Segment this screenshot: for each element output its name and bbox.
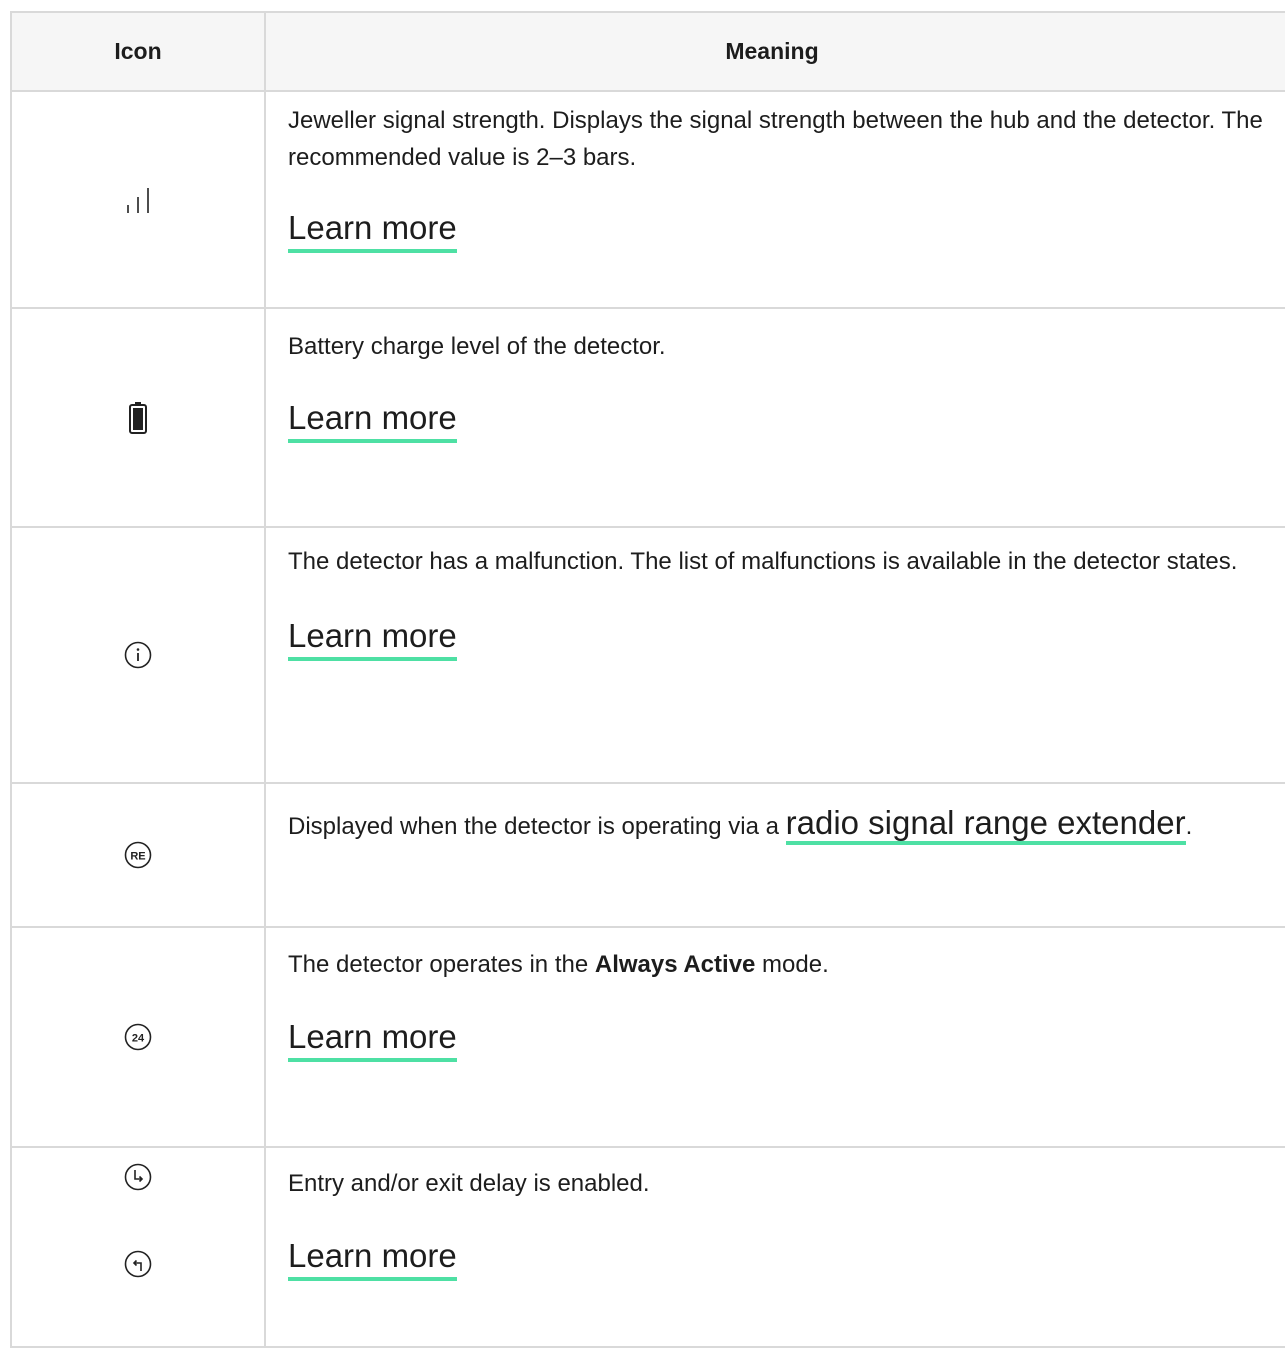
svg-text:RE: RE (130, 851, 145, 863)
meaning-cell: Entry and/or exit delay is enabled. Lear… (266, 1148, 1285, 1346)
row-description: Jeweller signal strength. Displays the s… (288, 107, 1263, 171)
icon-cell: RE (12, 784, 266, 926)
table-row: Battery charge level of the detector. Le… (12, 309, 1285, 528)
meaning-cell: Displayed when the detector is operating… (266, 784, 1285, 926)
row-description: The detector operates in the Always Acti… (288, 946, 1285, 983)
learn-more-link[interactable]: Learn more (288, 615, 457, 661)
row-description: Entry and/or exit delay is enabled. (288, 1170, 650, 1197)
meaning-cell: The detector operates in the Always Acti… (266, 928, 1285, 1146)
row-description: Displayed when the detector is operating… (288, 797, 1285, 853)
meaning-cell: Jeweller signal strength. Displays the s… (266, 92, 1285, 307)
meaning-cell: Battery charge level of the detector. Le… (266, 309, 1285, 526)
always-active-label: Always Active (594, 951, 756, 978)
learn-more-link[interactable]: Learn more (288, 207, 457, 253)
radio-signal-range-extender-link[interactable]: radio signal range extender (785, 804, 1186, 845)
icon-cell (12, 92, 266, 307)
signal-strength-icon (118, 185, 158, 215)
table-header-row: Icon Meaning (12, 13, 1285, 92)
icon-cell: 24 (12, 928, 266, 1146)
learn-more-link[interactable]: Learn more (288, 1016, 457, 1062)
icon-meaning-table: Icon Meaning Jeweller signal strength. D… (10, 11, 1285, 1348)
meaning-cell: The detector has a malfunction. The list… (266, 528, 1285, 782)
description-suffix: mode. (755, 951, 829, 978)
description-prefix: Displayed when the detector is operating… (288, 813, 786, 840)
entry-delay-icon (123, 1162, 153, 1192)
table-row: RE Displayed when the detector is operat… (12, 784, 1285, 928)
header-icon-cell: Icon (12, 13, 266, 90)
row-description: Battery charge level of the detector. (288, 333, 666, 360)
table-row: Entry and/or exit delay is enabled. Lear… (12, 1148, 1285, 1348)
info-icon (123, 640, 153, 670)
battery-icon (128, 401, 148, 435)
icon-cell (12, 528, 266, 782)
learn-more-link[interactable]: Learn more (288, 1235, 457, 1281)
icon-cell (12, 1148, 266, 1346)
table-row: 24 The detector operates in the Always A… (12, 928, 1285, 1148)
re-icon: RE (123, 840, 153, 870)
description-suffix: . (1185, 813, 1193, 840)
table-row: The detector has a malfunction. The list… (12, 528, 1285, 784)
icon-cell (12, 309, 266, 526)
row-description: The detector has a malfunction. The list… (288, 548, 1238, 575)
description-prefix: The detector operates in the (288, 951, 595, 978)
table-row: Jeweller signal strength. Displays the s… (12, 92, 1285, 309)
svg-text:24: 24 (132, 1033, 145, 1045)
header-meaning-cell: Meaning (725, 38, 819, 64)
always-active-24-icon: 24 (123, 1022, 153, 1052)
exit-delay-icon (123, 1249, 153, 1279)
learn-more-link[interactable]: Learn more (288, 397, 457, 443)
